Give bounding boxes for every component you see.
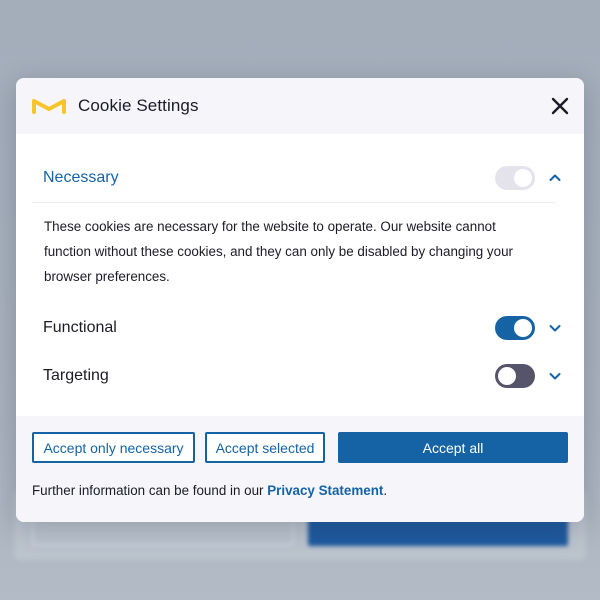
toggle-necessary (495, 166, 535, 190)
accept-all-button[interactable]: Accept all (338, 432, 568, 463)
brand-m-logo-icon (32, 98, 66, 114)
chevron-up-icon[interactable] (548, 171, 562, 185)
toggle-targeting[interactable] (495, 364, 535, 388)
toggle-knob (498, 367, 516, 385)
category-row-necessary[interactable]: Necessary (43, 154, 568, 202)
toggle-functional[interactable] (495, 316, 535, 340)
accept-only-necessary-button[interactable]: Accept only necessary (32, 432, 195, 463)
chevron-down-icon[interactable] (548, 369, 562, 383)
toggle-knob (514, 169, 532, 187)
category-label-functional: Functional (43, 319, 117, 336)
category-label-necessary: Necessary (43, 169, 119, 186)
dialog-header: Cookie Settings (16, 78, 584, 134)
category-row-targeting[interactable]: Targeting (43, 352, 568, 400)
dialog-title: Cookie Settings (78, 96, 199, 115)
dialog-footer: Accept only necessary Accept selected Ac… (16, 416, 584, 522)
category-controls-functional (495, 316, 568, 340)
cookie-settings-dialog: Cookie Settings Necessary These cookies … (16, 78, 584, 522)
accept-selected-button[interactable]: Accept selected (205, 432, 325, 463)
toggle-knob (514, 319, 532, 337)
category-controls-necessary (495, 166, 568, 190)
further-info-text: Further information can be found in our … (32, 483, 387, 498)
category-label-targeting: Targeting (43, 367, 109, 384)
category-controls-targeting (495, 364, 568, 388)
category-row-functional[interactable]: Functional (43, 304, 568, 352)
necessary-description: These cookies are necessary for the webs… (44, 219, 513, 284)
dialog-body: Necessary These cookies are necessary fo… (16, 154, 584, 400)
privacy-statement-link[interactable]: Privacy Statement (267, 483, 383, 498)
further-info-suffix: . (383, 483, 388, 498)
further-info-prefix: Further information can be found in our (32, 483, 268, 498)
chevron-down-icon[interactable] (548, 321, 562, 335)
close-icon[interactable] (550, 96, 570, 116)
